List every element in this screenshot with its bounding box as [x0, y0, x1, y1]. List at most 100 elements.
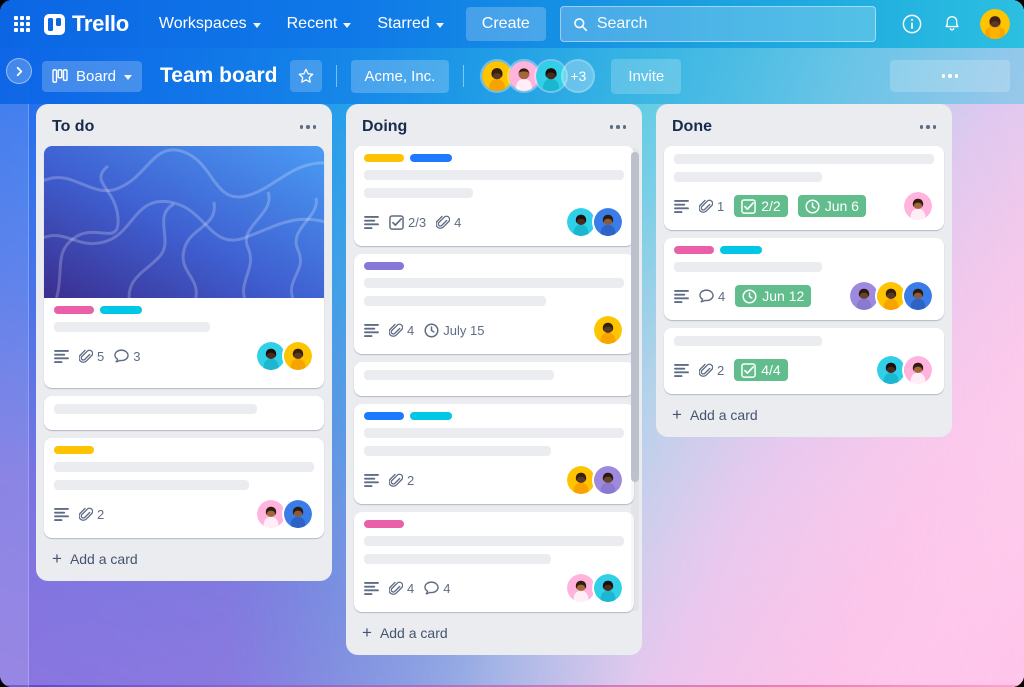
card-badges: 44 [364, 572, 624, 604]
card-badge-description[interactable] [364, 323, 379, 337]
description-icon [364, 473, 379, 487]
avatar[interactable] [282, 340, 314, 372]
list-scrollbar-thumb[interactable] [631, 152, 639, 482]
description-icon [364, 323, 379, 337]
card-badge-value: 2 [717, 362, 725, 378]
card-badge-due[interactable]: Jun 6 [797, 195, 866, 217]
trello-logo-icon [44, 13, 65, 35]
nav-item-starred[interactable]: Starred [367, 9, 453, 39]
card-cover-image [44, 146, 324, 298]
card-badge-description[interactable] [364, 581, 379, 595]
bell-icon[interactable] [940, 12, 964, 36]
card-badge-description[interactable] [364, 473, 379, 487]
board-card[interactable]: 4 Jun 12 [664, 238, 944, 320]
board-card[interactable]: 2 [44, 438, 324, 538]
attachment-icon [389, 323, 403, 338]
nav-item-recent[interactable]: Recent [277, 9, 362, 39]
avatar[interactable] [902, 280, 934, 312]
add-card-button[interactable]: + Add a card [44, 538, 324, 577]
star-board-button[interactable] [289, 60, 322, 92]
card-label[interactable] [364, 262, 404, 270]
avatar[interactable] [592, 206, 624, 238]
board-card[interactable]: 53 [44, 146, 324, 388]
ellipsis-icon [941, 74, 959, 78]
avatar[interactable] [282, 498, 314, 530]
card-members [902, 190, 934, 222]
card-badge-checklist[interactable]: 2/2 [734, 195, 788, 217]
add-card-button[interactable]: + Add a card [664, 394, 944, 433]
card-label[interactable] [54, 446, 94, 454]
board-card[interactable] [354, 362, 634, 396]
card-badge-attachment[interactable]: 4 [389, 323, 414, 338]
card-badge-comment[interactable]: 3 [114, 349, 140, 364]
card-label[interactable] [364, 412, 404, 420]
card-label[interactable] [674, 246, 714, 254]
card-badge-description[interactable] [54, 349, 69, 363]
list-menu-button[interactable] [609, 125, 626, 129]
card-label[interactable] [54, 306, 94, 314]
nav-item-workspaces[interactable]: Workspaces [149, 9, 271, 39]
board-view-selector[interactable]: Board [42, 60, 143, 92]
card-label[interactable] [410, 412, 452, 420]
list-column: Done 1 2/2 Jun 6 4 Jun 12 2 4/4 + Add a card [656, 104, 952, 437]
board-card[interactable]: 44 [354, 512, 634, 612]
board-card[interactable]: 4 July 15 [354, 254, 634, 354]
info-circle-icon[interactable] [900, 12, 924, 36]
add-card-button[interactable]: + Add a card [354, 612, 634, 651]
invite-button[interactable]: Invite [611, 58, 682, 94]
board-card[interactable]: 1 2/2 Jun 6 [664, 146, 944, 230]
card-badge-attachment[interactable]: 2 [389, 473, 414, 488]
card-label[interactable] [410, 154, 452, 162]
board-card[interactable] [44, 396, 324, 430]
create-button[interactable]: Create [465, 7, 546, 41]
members-overflow-count[interactable]: +3 [561, 59, 596, 93]
card-badge-attachment[interactable]: 2 [79, 507, 104, 522]
card-title-placeholder [364, 554, 552, 564]
board-card[interactable]: 2 [354, 404, 634, 504]
card-label[interactable] [364, 520, 404, 528]
board-card[interactable]: 2 4/4 [664, 328, 944, 394]
list-menu-button[interactable] [919, 125, 936, 129]
avatar[interactable] [980, 9, 1010, 39]
card-badge-description[interactable] [364, 215, 379, 229]
card-badge-attachment[interactable]: 4 [389, 581, 414, 596]
card-badge-checklist[interactable]: 4/4 [734, 359, 788, 381]
avatar[interactable] [902, 190, 934, 222]
avatar[interactable] [902, 354, 934, 386]
card-label[interactable] [364, 154, 404, 162]
card-badge-attachment[interactable]: 1 [699, 199, 724, 214]
card-label[interactable] [100, 306, 142, 314]
card-label[interactable] [720, 246, 762, 254]
card-badge-attachment[interactable]: 5 [79, 349, 104, 364]
card-badge-description[interactable] [674, 199, 689, 213]
card-list: 53 2 [44, 146, 324, 538]
board-menu-button[interactable] [890, 60, 1010, 92]
list-menu-button[interactable] [299, 125, 316, 129]
card-badge-value: 4 [718, 288, 726, 304]
board-sidebar-collapsed [0, 48, 29, 687]
avatar[interactable] [592, 314, 624, 346]
card-badge-comment[interactable]: 4 [424, 581, 450, 596]
card-badge-description[interactable] [674, 363, 689, 377]
chevron-down-icon [124, 74, 133, 80]
board-card[interactable]: 2/3 4 [354, 146, 634, 246]
card-badge-due[interactable]: Jun 12 [735, 285, 812, 307]
app-switcher-grid-icon[interactable] [14, 16, 30, 32]
card-badge-description[interactable] [54, 507, 69, 521]
sidebar-expand-button[interactable] [6, 58, 32, 84]
avatar[interactable] [592, 572, 624, 604]
search-input[interactable]: Search [559, 6, 876, 42]
board-view-label: Board [76, 67, 117, 85]
card-badge-attachment[interactable]: 4 [436, 215, 461, 230]
card-badge-attachment[interactable]: 2 [699, 363, 724, 378]
description-icon [674, 199, 689, 213]
workspace-chip[interactable]: Acme, Inc. [350, 59, 450, 93]
card-badge-due[interactable]: July 15 [424, 323, 484, 338]
card-list: 2/3 4 4 July 15 2 4 4 [354, 146, 634, 612]
card-badge-checklist[interactable]: 2/3 [389, 215, 426, 230]
card-badge-comment[interactable]: 4 [699, 289, 725, 304]
trello-logo[interactable]: Trello [44, 11, 129, 37]
card-badge-value: 4 [454, 214, 462, 230]
avatar[interactable] [592, 464, 624, 496]
card-badge-description[interactable] [674, 289, 689, 303]
